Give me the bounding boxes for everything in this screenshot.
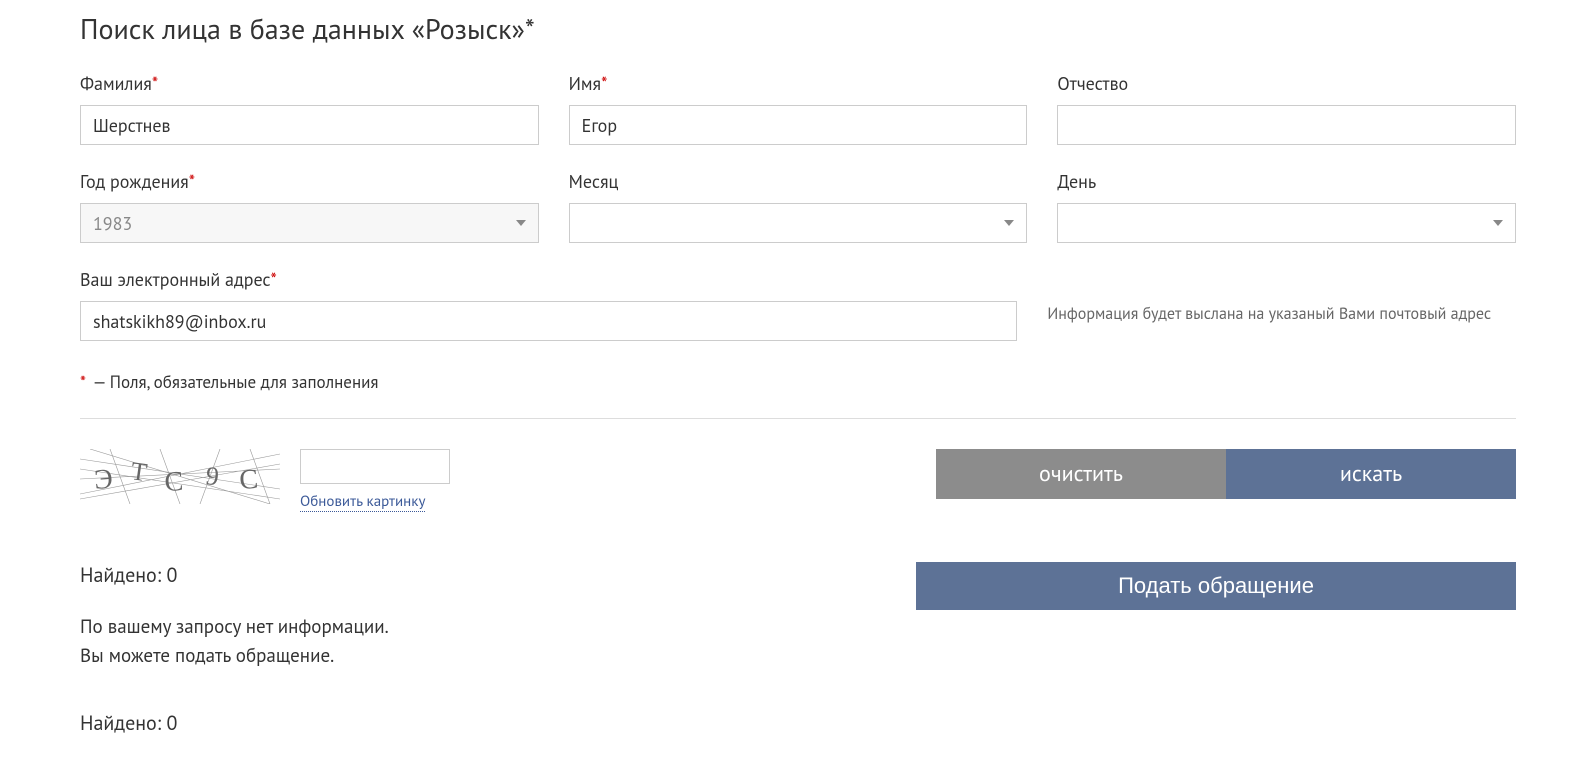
- patronymic-label: Отчество: [1057, 72, 1516, 95]
- email-label: Ваш электронный адрес*: [80, 268, 1017, 291]
- divider: [80, 418, 1516, 419]
- search-button[interactable]: искать: [1226, 449, 1516, 499]
- lastname-group: Фамилия*: [80, 72, 539, 145]
- page-title: Поиск лица в базе данных «Розыск»*: [80, 10, 1516, 47]
- found-count: Найдено: 0: [80, 562, 798, 588]
- required-fields-note: * — Поля, обязательные для заполнения: [80, 371, 1516, 393]
- year-label: Год рождения*: [80, 170, 539, 193]
- month-group: Месяц: [569, 170, 1028, 243]
- chevron-down-icon: [1493, 220, 1503, 226]
- patronymic-group: Отчество: [1057, 72, 1516, 145]
- lastname-label: Фамилия*: [80, 72, 539, 95]
- firstname-input[interactable]: [569, 105, 1028, 145]
- no-info-message: По вашему запросу нет информации. Вы мож…: [80, 613, 798, 670]
- email-group: Ваш электронный адрес*: [80, 268, 1017, 341]
- svg-text:С: С: [164, 466, 184, 498]
- patronymic-input[interactable]: [1057, 105, 1516, 145]
- svg-text:9: 9: [204, 461, 220, 491]
- captcha-input[interactable]: [300, 449, 450, 484]
- svg-text:Э: Э: [93, 463, 114, 495]
- day-select[interactable]: [1057, 203, 1516, 243]
- chevron-down-icon: [1004, 220, 1014, 226]
- month-label: Месяц: [569, 170, 1028, 193]
- svg-text:Т: Т: [129, 456, 149, 487]
- day-label: День: [1057, 170, 1516, 193]
- firstname-group: Имя*: [569, 72, 1028, 145]
- year-value: 1983: [93, 212, 516, 235]
- chevron-down-icon: [516, 220, 526, 226]
- year-select[interactable]: 1983: [80, 203, 539, 243]
- lastname-input[interactable]: [80, 105, 539, 145]
- captcha-image: Э Т С 9 С: [80, 449, 280, 504]
- year-group: Год рождения* 1983: [80, 170, 539, 243]
- submit-appeal-button[interactable]: Подать обращение: [916, 562, 1516, 610]
- day-group: День: [1057, 170, 1516, 243]
- firstname-label: Имя*: [569, 72, 1028, 95]
- month-select[interactable]: [569, 203, 1028, 243]
- email-input[interactable]: [80, 301, 1017, 341]
- found-count-2: Найдено: 0: [80, 710, 1516, 736]
- captcha-refresh-link[interactable]: Обновить картинку: [300, 492, 425, 512]
- clear-button[interactable]: очистить: [936, 449, 1226, 499]
- svg-text:С: С: [238, 464, 259, 496]
- email-note: Информация будет выслана на указаный Вам…: [1047, 268, 1516, 341]
